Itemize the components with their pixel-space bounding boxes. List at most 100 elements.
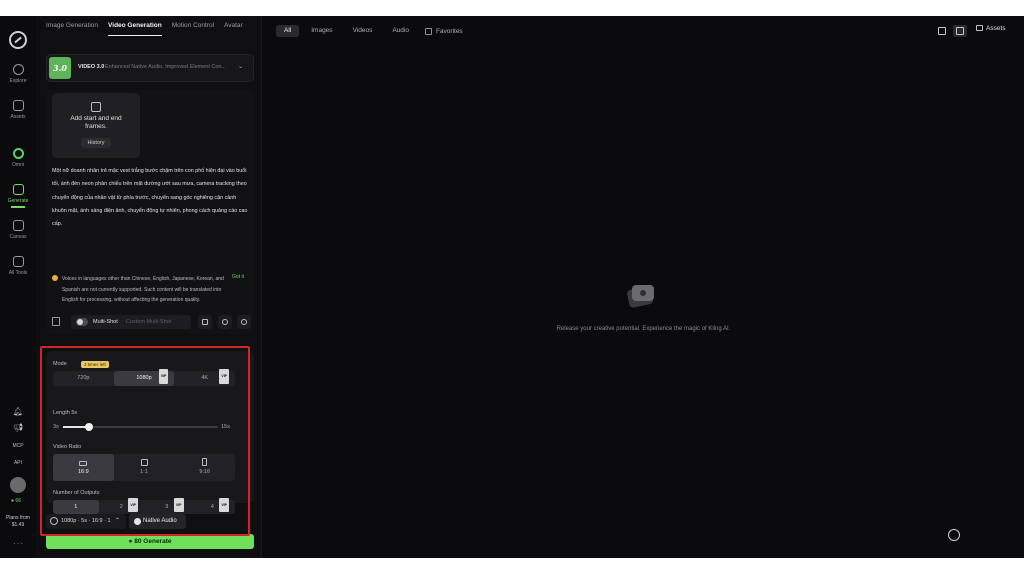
model-badge: 3.0 <box>49 57 71 79</box>
chevron-up-icon: ⌃ <box>115 518 121 524</box>
model-name: VIDEO 3.0 <box>78 64 105 70</box>
trash-icon[interactable] <box>52 317 60 326</box>
multishot-toggle[interactable]: Multi-Shot Custom Multi-Shot <box>71 315 191 329</box>
more-icon[interactable]: ··· <box>13 539 24 548</box>
generate-icon <box>12 184 24 195</box>
ratio-option-16-9[interactable]: 16:9 <box>53 454 114 481</box>
assets-button[interactable]: Assets <box>976 25 1006 32</box>
outputs-selector: 1 2 VIP 3 VIP 4 VIP <box>53 498 236 514</box>
prompt-toolbar: Multi-Shot Custom Multi-Shot <box>52 315 251 329</box>
settings-summary[interactable]: 1080p · 5s · 16:9 · 1 ⌃ <box>46 514 126 529</box>
assets-label: Assets <box>986 25 1006 32</box>
history-button[interactable]: History <box>81 138 111 148</box>
summary-text: 1080p · 5s · 16:9 · 1 <box>61 518 111 524</box>
rail-label: Omni <box>12 162 24 168</box>
multishot-label: Multi-Shot <box>93 319 118 325</box>
rail-item-generate[interactable]: Generate <box>0 184 36 208</box>
outputs-option-2[interactable]: 2 VIP <box>99 498 145 514</box>
filter-audio[interactable]: Audio <box>384 25 417 37</box>
generate-credits: 80 <box>134 538 142 545</box>
headset-icon[interactable] <box>948 529 960 541</box>
list-view-button[interactable] <box>953 25 967 37</box>
bell-icon[interactable]: 🔔︎ <box>0 407 36 416</box>
filter-videos[interactable]: Videos <box>345 25 381 37</box>
grid-icon <box>12 256 24 267</box>
toggle-switch[interactable] <box>76 318 88 326</box>
custom-multishot-label[interactable]: Custom Multi-Shot <box>126 319 171 325</box>
slider-handle[interactable] <box>84 423 93 431</box>
ratio-option-1-1[interactable]: 1:1 <box>114 454 175 481</box>
rail-item-omni[interactable]: Omni <box>0 148 36 168</box>
ratio-option-9-16[interactable]: 9:16 <box>174 454 235 481</box>
filter-all[interactable]: All <box>276 25 300 37</box>
warning-icon <box>52 275 58 281</box>
canvas-icon <box>12 220 24 231</box>
mode-option-4k[interactable]: 4K VIP <box>174 369 235 386</box>
outputs-option-1[interactable]: 1 <box>53 500 99 514</box>
favorites-filter[interactable]: Favorites <box>421 25 467 37</box>
outputs-label: Number of Outputs <box>53 490 100 496</box>
avatar[interactable] <box>10 477 26 493</box>
length-label: Length 5s <box>53 410 78 416</box>
active-indicator <box>11 206 25 208</box>
vip-badge: VIP <box>158 369 169 384</box>
grid-view-button[interactable] <box>935 25 949 37</box>
portrait-icon <box>202 458 208 466</box>
compass-icon <box>12 64 24 75</box>
checkbox-icon[interactable] <box>424 27 432 35</box>
model-selector[interactable]: 3.0 VIDEO 3.0 Enhanced Native Audio, Imp… <box>46 54 254 82</box>
empty-state-message: Release your creative potential. Experie… <box>556 326 731 332</box>
plans-button[interactable]: Plans from $1.49 <box>3 515 33 529</box>
got-it-button[interactable]: Got it <box>232 274 244 280</box>
vip-badge: VIP <box>173 498 184 512</box>
eye-button[interactable] <box>237 315 251 329</box>
results-area: All Images Videos Audio Favorites Assets… <box>263 16 1024 558</box>
model-description: Enhanced Native Audio, Improved Element … <box>105 64 227 70</box>
tab-video-generation[interactable]: Video Generation <box>108 22 162 36</box>
favorites-label: Favorites <box>435 27 463 35</box>
prompt-area: Add start and end frames. History Một nữ… <box>46 90 254 334</box>
rail-label: All Tools <box>8 270 28 276</box>
mode-selector: 720p 1080p VIP 4K VIP <box>53 369 235 386</box>
rail-item-explore[interactable]: Explore <box>0 64 36 84</box>
generation-panel: Image Generation Video Generation Motion… <box>36 16 262 558</box>
outputs-option-4[interactable]: 4 VIP <box>190 498 236 514</box>
kling-app: Explore Assets Omni Generate Canvas All … <box>0 16 1024 558</box>
megaphone-icon[interactable]: 📢︎ <box>0 423 36 432</box>
api-link[interactable]: API <box>0 460 36 466</box>
mcp-link[interactable]: MCP <box>0 443 36 449</box>
folder-icon <box>976 25 983 31</box>
vip-badge: VIP <box>219 369 230 384</box>
pin-icon <box>222 319 228 325</box>
document-button[interactable] <box>198 315 212 329</box>
tab-motion-control[interactable]: Motion Control <box>172 22 214 36</box>
prompt-input[interactable]: Một nữ doanh nhân trẻ mặc vest trắng bướ… <box>52 165 248 231</box>
landscape-icon <box>79 461 88 466</box>
length-slider[interactable] <box>63 423 218 431</box>
location-button[interactable] <box>218 315 232 329</box>
generate-label: Generate <box>143 538 172 545</box>
length-min: 3s <box>53 424 59 430</box>
credit-count: 66 <box>15 498 21 504</box>
mode-option-720p[interactable]: 720p <box>53 371 114 386</box>
card-front-shape <box>632 285 654 301</box>
folder-icon <box>12 100 24 111</box>
kling-logo-icon[interactable] <box>9 31 27 49</box>
rail-item-canvas[interactable]: Canvas <box>0 220 36 240</box>
list-icon <box>956 27 964 35</box>
add-image-icon <box>91 102 101 112</box>
plans-label: Plans from <box>6 515 30 521</box>
rail-item-assets[interactable]: Assets <box>0 100 36 120</box>
mode-option-1080p[interactable]: 1080p VIP <box>113 369 175 386</box>
tab-image-generation[interactable]: Image Generation <box>46 22 98 36</box>
add-frames-button[interactable]: Add start and end frames. History <box>52 93 140 158</box>
credit-balance: ● 66 <box>11 498 21 504</box>
filter-images[interactable]: Images <box>303 25 340 37</box>
square-icon <box>140 459 148 466</box>
generate-button[interactable]: ● 80 Generate <box>46 534 254 549</box>
outputs-option-3[interactable]: 3 VIP <box>144 498 190 514</box>
native-audio-toggle[interactable]: Native Audio <box>129 514 186 529</box>
tab-avatar[interactable]: Avatar <box>224 22 243 36</box>
check-icon <box>134 518 141 525</box>
rail-item-all-tools[interactable]: All Tools <box>0 256 36 276</box>
